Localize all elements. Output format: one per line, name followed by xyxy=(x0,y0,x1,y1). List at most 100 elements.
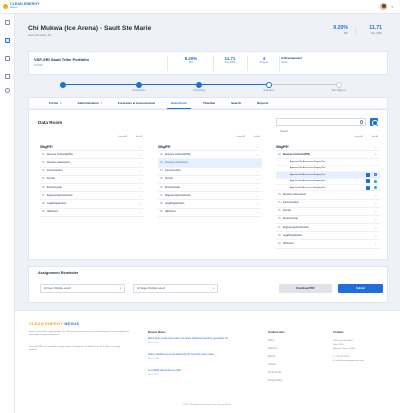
tab-forecasts[interactable]: Forecasts & Assessments xyxy=(110,98,163,109)
footer-link-privacy[interactable]: Privacy Policy xyxy=(268,380,282,382)
chevron-down-icon: ▾ xyxy=(119,287,121,290)
row-label: Legal/Organization xyxy=(165,202,185,205)
brand-logo[interactable]: CLEAN ENERGY NEXUS xyxy=(3,2,40,9)
footer-logo[interactable]: CLEAN ENERGY NEXUS xyxy=(29,321,79,326)
contact-email[interactable]: E: info@cleanenergynexus.com xyxy=(333,360,364,363)
hide-all-link[interactable]: Hide All xyxy=(372,136,378,138)
row-label: CEN Docs xyxy=(283,243,294,246)
folder-row[interactable]: 07 Engineering/Construction ⌄ xyxy=(158,192,262,201)
chevron-down-icon[interactable]: ▾ xyxy=(391,5,393,9)
avatar[interactable] xyxy=(379,2,388,11)
users-select[interactable]: All Users (Multiple select) ▾ xyxy=(40,284,125,293)
folder-row[interactable]: 01 Siting ⌄ xyxy=(40,143,144,152)
folder-row[interactable]: 04 Interconnection ⌄ xyxy=(276,200,380,208)
news-item[interactable]: Brand plans to add micro solar to its fu… xyxy=(148,338,238,344)
footer-link-contact[interactable]: Contact xyxy=(268,364,276,366)
data-room-panel: Data Room Stage 1 Expand All Hide All 01… xyxy=(28,109,388,260)
dashboard-icon[interactable] xyxy=(5,20,10,25)
search-icon[interactable] xyxy=(359,120,363,124)
folder-row[interactable]: 09 CEN Docs ⌄ xyxy=(158,209,262,217)
status-dot-icon xyxy=(373,173,377,177)
settings-button[interactable] xyxy=(370,118,378,126)
step-due-diligence-dot[interactable] xyxy=(336,81,342,88)
row-number: 04 xyxy=(278,202,281,205)
tab-search[interactable]: Search xyxy=(223,98,249,109)
file-name: Approved Site Access and Staging Plan xyxy=(290,161,326,164)
folder-row-expanded[interactable]: 02 Revenue Contracts(PPA) ⌃ xyxy=(276,151,380,160)
folder-row[interactable]: 07 Engineering/Construction ⌄ xyxy=(40,192,144,201)
folder-row[interactable]: 08 Legal/Organization ⌄ xyxy=(276,232,380,241)
portfolio-projects: 4 Projects xyxy=(249,56,279,64)
tab-timeline[interactable]: Timeline xyxy=(195,98,223,109)
row-number: 02 xyxy=(42,153,45,156)
footer-link-clients[interactable]: Clients xyxy=(268,356,275,358)
row-label: Engineering/Construction xyxy=(47,194,73,197)
chevron-down-icon: ⌄ xyxy=(256,177,259,182)
folder-row[interactable]: 03 Resource Assessment ⌄ xyxy=(276,191,380,200)
projects-icon[interactable] xyxy=(5,38,10,43)
folder-row[interactable]: 03 Resource Assessment ⌄ xyxy=(40,159,144,168)
chevron-down-icon: ▾ xyxy=(60,101,62,105)
chevron-down-icon: ⌄ xyxy=(138,169,141,174)
folder-row[interactable]: 06 Environmental ⌄ xyxy=(40,184,144,193)
chevron-down-icon: ⌄ xyxy=(256,152,259,157)
hide-all-link[interactable]: Hide All xyxy=(136,136,142,138)
tab-reports[interactable]: Reports xyxy=(249,98,276,109)
step-identification-dot[interactable] xyxy=(136,81,142,88)
folder-row[interactable]: 05 Permits ⌄ xyxy=(158,176,262,184)
tab-administration[interactable]: Administration ▾ xyxy=(69,98,109,109)
row-number: 03 xyxy=(42,161,45,164)
footer-link-terms[interactable]: Terms of Use xyxy=(268,372,282,374)
users-icon[interactable] xyxy=(5,88,10,93)
upload-icon[interactable] xyxy=(365,179,370,184)
footer-link-about[interactable]: About Us xyxy=(268,348,277,350)
chevron-down-icon: ⌄ xyxy=(256,144,259,149)
step-evaluation-dot[interactable] xyxy=(266,81,272,88)
folder-row[interactable]: 08 Legal/Organization ⌄ xyxy=(158,200,262,209)
news-item[interactable]: Is a CDDR solar broken or right? Nov 1, … xyxy=(148,370,238,376)
stages-select[interactable]: All Stages (Multiple select) ▾ xyxy=(133,284,218,293)
folder-row[interactable]: 08 Legal/Organization ⌄ xyxy=(40,200,144,209)
download-pdf-button[interactable]: Download PDF xyxy=(279,284,332,293)
step-onboarding-dot[interactable] xyxy=(196,81,202,88)
folder-row[interactable]: 02 Revenue Contracts(PPA) ⌄ xyxy=(158,151,262,160)
hide-all-link[interactable]: Hide All xyxy=(254,136,260,138)
upload-icon[interactable] xyxy=(365,185,370,190)
news-title[interactable]: Safety, reliability key terms behind big… xyxy=(148,354,238,357)
news-item[interactable]: Safety, reliability key terms behind big… xyxy=(148,354,238,360)
folder-row[interactable]: 06 Environmental ⌄ xyxy=(158,184,262,193)
folder-row[interactable]: 02 Revenue Contracts(PPA) ⌄ xyxy=(40,151,144,160)
document-icon[interactable] xyxy=(5,56,10,61)
folder-row[interactable]: 04 Interconnection ⌄ xyxy=(158,168,262,176)
search-input[interactable] xyxy=(277,128,352,135)
portfolio-status: In Development Status xyxy=(281,56,381,72)
folder-row[interactable]: 01 Siting ⌄ xyxy=(158,143,262,152)
expand-all-link[interactable]: Expand All xyxy=(237,136,246,138)
row-label: Interconnection xyxy=(165,170,181,173)
news-title[interactable]: Is a CDDR solar broken or right? xyxy=(148,370,238,373)
expand-all-link[interactable]: Expand All xyxy=(355,136,364,138)
folder-row[interactable]: 09 CEN Docs ⌄ xyxy=(40,209,144,217)
portfolio-name[interactable]: VSF-SRI Sault Tribe Portfolio xyxy=(34,57,89,62)
folder-row[interactable]: 01 Siting ⌄ xyxy=(276,143,380,152)
folder-row[interactable]: 09 CEN Docs ⌄ xyxy=(276,240,380,249)
checklist-icon[interactable] xyxy=(5,74,10,79)
expand-all-link[interactable]: Expand All xyxy=(119,136,128,138)
step-connector xyxy=(202,84,266,86)
upload-icon[interactable] xyxy=(365,172,370,177)
footer-link-home[interactable]: Home xyxy=(268,340,274,342)
tab-forms[interactable]: Forms ▾ xyxy=(41,98,69,109)
folder-row-selected[interactable]: 03 Resource Assessment ⌄ xyxy=(158,159,262,168)
kpi-size-value: 11.71 xyxy=(369,25,382,31)
tab-data-room[interactable]: Data Room xyxy=(163,98,195,109)
folder-row[interactable]: 05 Permits ⌄ xyxy=(40,176,144,184)
folder-row[interactable]: 04 Interconnection ⌄ xyxy=(40,168,144,176)
submit-button[interactable]: Submit xyxy=(338,284,383,293)
folder-row[interactable]: 07 Engineering/Construction ⌄ xyxy=(276,224,380,233)
news-title[interactable]: Brand plans to add micro solar to its fu… xyxy=(148,338,238,341)
row-label: Siting xyxy=(47,145,53,148)
folder-row[interactable]: 05 Permits ⌄ xyxy=(276,208,380,216)
chevron-down-icon: ⌄ xyxy=(138,177,141,182)
chevron-down-icon: ⌄ xyxy=(256,210,259,215)
folder-row[interactable]: 06 Environmental ⌄ xyxy=(276,216,380,225)
